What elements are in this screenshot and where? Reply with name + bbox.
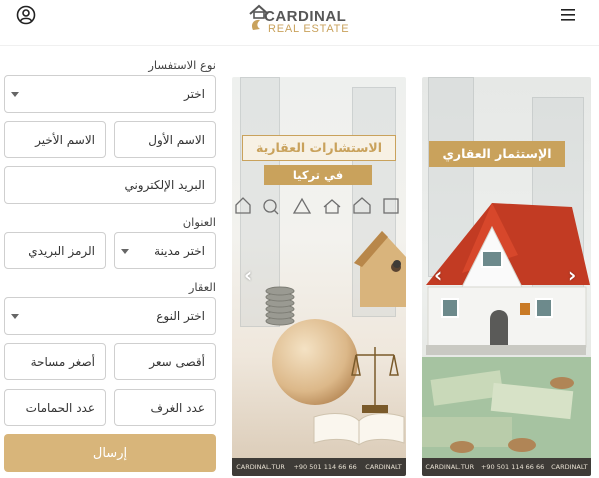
chevron-left-icon[interactable]: ‹ (434, 263, 442, 287)
instagram-handle: CARDINAL.TUR (236, 463, 285, 471)
facebook-handle: CARDINALT (365, 463, 402, 471)
hamburger-menu-icon[interactable] (561, 8, 579, 22)
facebook-handle: CARDINALT (551, 463, 588, 471)
user-circle-icon[interactable] (16, 5, 36, 25)
banner-investment-title: الإستثمار العقاري (429, 141, 565, 167)
rooms-placeholder: عدد الغرف (150, 400, 205, 415)
property-icons-row (235, 197, 399, 215)
inquiry-type-select[interactable]: اختر (4, 75, 216, 113)
max-price-placeholder: أقصى سعر (149, 354, 205, 369)
whatsapp-number: +90 501 114 66 66 (480, 463, 545, 471)
logo-tagline: REAL ESTATE (268, 23, 350, 35)
city-value: اختر مدينة (154, 243, 205, 258)
property-type-select[interactable]: اختر النوع (4, 297, 216, 335)
property-type-value: اختر النوع (156, 309, 205, 323)
banner-investment[interactable]: الإستثمار العقاري ‹ › CARDINAL.TUR +90 5… (422, 77, 591, 476)
bathrooms-placeholder: عدد الحمامات (25, 400, 95, 415)
banner-consultation-subtitle: في تركيا (264, 165, 372, 185)
last-name-input[interactable]: الاسم الأخير (4, 121, 106, 158)
property-label: العقار (188, 280, 216, 294)
house-model-figure (426, 203, 590, 355)
header: CARDINAL REAL ESTATE (0, 0, 599, 46)
chevron-down-icon (11, 314, 19, 319)
bathrooms-input[interactable]: عدد الحمامات (4, 389, 106, 426)
money-banknotes (422, 357, 591, 458)
open-book (313, 413, 405, 446)
logo[interactable]: CARDINAL REAL ESTATE (246, 0, 356, 40)
first-name-placeholder: الاسم الأول (148, 132, 205, 147)
banner-consultation-footer: CARDINAL.TUR +90 501 114 66 66 CARDINALT (232, 458, 406, 476)
whatsapp-number: +90 501 114 66 66 (293, 463, 357, 471)
postal-code-placeholder: الرمز البريدي (28, 243, 95, 258)
email-placeholder: البريد الإلكتروني (124, 178, 205, 192)
carousel-dot[interactable] (393, 260, 401, 268)
instagram-handle: CARDINAL.TUR (425, 463, 475, 471)
max-price-input[interactable]: أقصى سعر (114, 343, 216, 380)
rooms-input[interactable]: عدد الغرف (114, 389, 216, 426)
chevron-down-icon (11, 92, 19, 97)
chevron-right-icon[interactable]: › (568, 263, 576, 287)
first-name-input[interactable]: الاسم الأول (114, 121, 216, 158)
min-area-placeholder: أصغر مساحة (30, 354, 95, 369)
banner-consultation-title: الاستشارات العقارية (242, 135, 396, 161)
banner-consultation[interactable]: الاستشارات العقارية في تركيا ‹ CARDINAL.… (232, 77, 406, 476)
submit-button[interactable]: إرسال (4, 434, 216, 472)
inquiry-type-value: اختر (184, 87, 205, 101)
email-input[interactable]: البريد الإلكتروني (4, 166, 216, 204)
inquiry-type-label: نوع الاستفسار (148, 58, 216, 72)
address-label: العنوان (182, 215, 216, 229)
min-area-input[interactable]: أصغر مساحة (4, 343, 106, 380)
postal-code-input[interactable]: الرمز البريدي (4, 232, 106, 269)
last-name-placeholder: الاسم الأخير (35, 132, 95, 147)
wooden-ball (272, 319, 358, 405)
chevron-down-icon (121, 248, 129, 254)
city-select[interactable]: اختر مدينة (114, 232, 216, 269)
banner-investment-footer: CARDINAL.TUR +90 501 114 66 66 CARDINALT (422, 458, 591, 476)
chevron-left-icon[interactable]: ‹ (244, 263, 252, 287)
